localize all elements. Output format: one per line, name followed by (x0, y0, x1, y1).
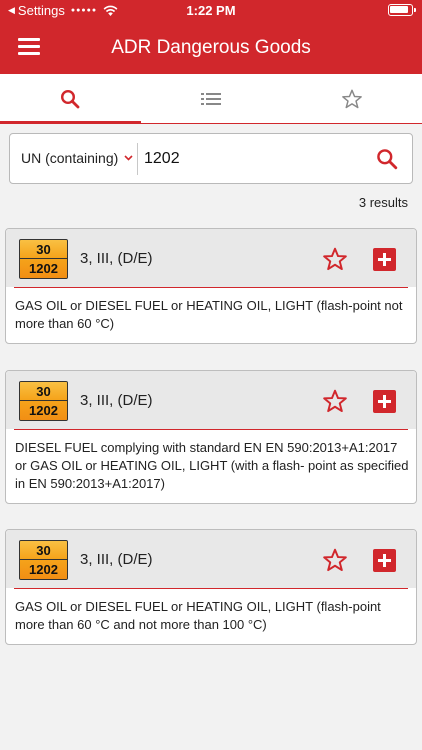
hazard-number: 30 (20, 382, 67, 401)
search-type-label: UN (containing) (21, 150, 119, 166)
card-header: 30 1202 3, III, (D/E) (6, 371, 416, 429)
star-icon (323, 247, 347, 271)
un-number: 1202 (20, 560, 67, 579)
search-button[interactable] (376, 148, 398, 170)
classification: 3, III, (D/E) (80, 551, 153, 568)
favorite-button[interactable] (322, 388, 348, 414)
tab-search[interactable] (0, 74, 141, 124)
search-icon (61, 89, 80, 108)
hazard-plate: 30 1202 (19, 540, 68, 580)
list-icon (201, 92, 221, 105)
tab-list[interactable] (141, 74, 282, 123)
hazard-plate: 30 1202 (19, 239, 68, 279)
status-time: 1:22 PM (186, 3, 236, 18)
card-divider (14, 588, 408, 589)
search-input[interactable] (144, 147, 364, 171)
card-divider (14, 429, 408, 430)
result-description: GAS OIL or DIESEL FUEL or HEATING OIL, L… (15, 298, 403, 331)
result-card[interactable]: 30 1202 3, III, (D/E) GAS OIL or DIESEL … (5, 529, 417, 645)
result-description: DIESEL FUEL complying with standard EN E… (15, 440, 409, 491)
add-button[interactable] (373, 549, 396, 572)
star-icon (323, 548, 347, 572)
chevron-down-icon (124, 155, 133, 161)
tab-bar (0, 74, 422, 124)
hazard-number: 30 (20, 240, 67, 259)
search-icon (377, 149, 398, 170)
classification: 3, III, (D/E) (80, 250, 153, 267)
search-divider (137, 143, 138, 175)
card-divider (14, 287, 408, 288)
page-title: ADR Dangerous Goods (111, 37, 311, 58)
card-header: 30 1202 3, III, (D/E) (6, 229, 416, 287)
status-bar: ◀ Settings ●●●●● 1:22 PM (0, 0, 422, 22)
favorite-button[interactable] (322, 246, 348, 272)
hazard-number: 30 (20, 541, 67, 560)
results-count: 3 results (358, 195, 408, 210)
star-icon (323, 389, 347, 413)
star-icon (341, 89, 362, 108)
favorite-button[interactable] (322, 547, 348, 573)
tab-favorites[interactable] (281, 74, 422, 123)
card-header: 30 1202 3, III, (D/E) (6, 530, 416, 588)
app-header: ◀ Settings ●●●●● 1:22 PM ADR Dangerous G… (0, 0, 422, 74)
hazard-plate: 30 1202 (19, 381, 68, 421)
classification: 3, III, (D/E) (80, 392, 153, 409)
add-button[interactable] (373, 248, 396, 271)
search-type-select[interactable]: UN (containing) (21, 150, 133, 166)
result-card[interactable]: 30 1202 3, III, (D/E) DIESEL FUEL comply… (5, 370, 417, 504)
un-number: 1202 (20, 259, 67, 278)
battery-icon (388, 4, 416, 16)
add-button[interactable] (373, 390, 396, 413)
search-bar: UN (containing) (9, 133, 413, 184)
result-card[interactable]: 30 1202 3, III, (D/E) GAS OIL or DIESEL … (5, 228, 417, 344)
un-number: 1202 (20, 401, 67, 420)
result-description: GAS OIL or DIESEL FUEL or HEATING OIL, L… (15, 599, 381, 632)
